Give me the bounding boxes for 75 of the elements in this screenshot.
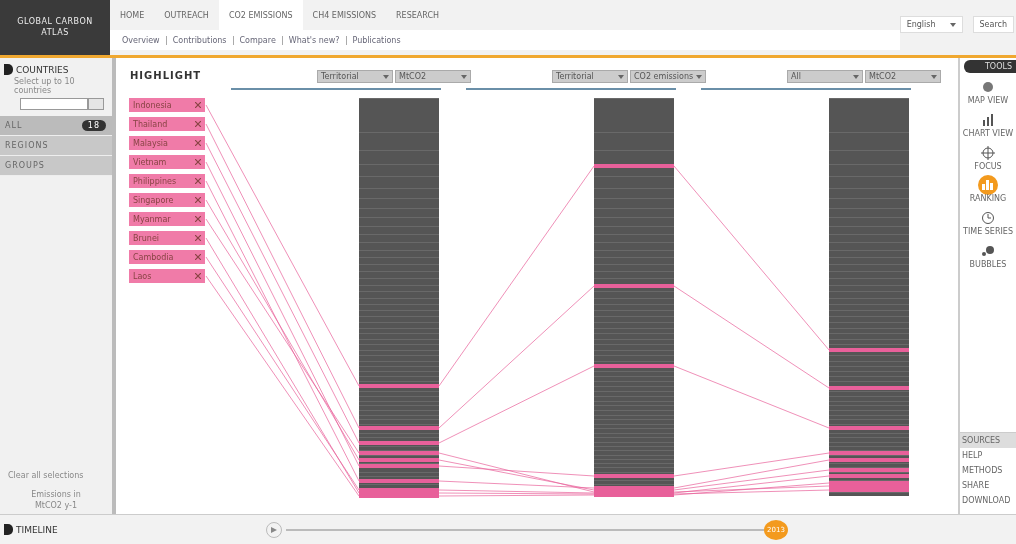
group-tab[interactable]: GROUPS <box>0 156 112 176</box>
tool-label: TIME SERIES <box>963 228 1013 237</box>
highlight-title: HIGHLIGHT <box>130 70 202 81</box>
nav-tab[interactable]: HOME <box>110 0 155 30</box>
group-tab[interactable]: ALL 18 <box>0 116 112 136</box>
highlight-chip[interactable]: Laos <box>129 269 205 283</box>
side-link[interactable]: SHARE <box>960 478 1016 493</box>
tool-label: FOCUS <box>974 162 1002 172</box>
group-tab[interactable]: REGIONS <box>0 136 112 156</box>
tool-label: RANKING <box>969 195 1007 205</box>
side-link[interactable]: DOWNLOAD <box>960 493 1016 508</box>
close-icon[interactable] <box>195 216 201 222</box>
column-select[interactable]: Territorial <box>317 70 393 83</box>
column-select[interactable]: All <box>787 70 863 83</box>
caret-icon <box>949 22 956 27</box>
highlight-chip[interactable]: Cambodia <box>129 250 205 264</box>
close-icon[interactable] <box>195 121 201 127</box>
side-link[interactable]: SOURCES <box>960 433 1016 448</box>
close-icon[interactable] <box>195 102 201 108</box>
caret-icon <box>618 74 624 79</box>
ranking-icon[interactable] <box>978 175 998 196</box>
highlight-chip[interactable]: Indonesia <box>129 98 205 112</box>
close-icon[interactable] <box>195 197 201 203</box>
play-icon <box>271 526 277 533</box>
highlight-chip[interactable]: Brunei <box>129 231 205 245</box>
search-button[interactable] <box>88 98 104 110</box>
column-select[interactable]: CO2 emissions <box>630 70 706 83</box>
units-value: MtCO2 y-1 <box>34 501 78 510</box>
tool-label: BUBBLES <box>969 261 1007 270</box>
subnav-link[interactable]: Overview <box>116 35 166 45</box>
panel-title: COUNTRIES <box>16 64 69 75</box>
highlight-chip[interactable]: Philippines <box>129 174 205 188</box>
timeline-title: TIMELINE <box>16 524 58 535</box>
subnav-link[interactable]: Compare <box>232 35 282 45</box>
subnav-link[interactable]: What's new? <box>281 35 346 45</box>
close-icon[interactable] <box>195 140 201 146</box>
close-icon[interactable] <box>195 254 201 260</box>
side-link[interactable]: HELP <box>960 448 1016 463</box>
clear-link[interactable]: Clear all selections <box>0 471 84 488</box>
caret-icon <box>931 74 937 79</box>
side-link[interactable]: METHODS <box>960 463 1016 478</box>
tool-label: MAP VIEW <box>967 97 1009 106</box>
highlight-chip[interactable]: Vietnam <box>129 155 205 169</box>
logo[interactable]: GLOBAL CARBON ATLAS <box>0 0 110 55</box>
hint-text: Select up to 10 countries <box>13 77 76 95</box>
nav-tab[interactable]: RESEARCH <box>386 0 449 30</box>
units-label: Emissions in <box>31 490 81 499</box>
column-select[interactable]: Territorial <box>552 70 628 83</box>
d-icon <box>4 524 13 535</box>
tools-tab[interactable]: TOOLS <box>964 60 1016 73</box>
caret-icon <box>461 74 467 79</box>
close-icon[interactable] <box>195 178 201 184</box>
language-select[interactable]: English <box>899 16 963 33</box>
tool-label: CHART VIEW <box>962 129 1014 139</box>
search-field[interactable]: Search <box>972 16 1014 33</box>
nav-tab[interactable]: CO2 EMISSIONS <box>218 0 303 30</box>
country-input[interactable] <box>20 98 88 110</box>
highlight-chip[interactable]: Malaysia <box>129 136 205 150</box>
nav-tab[interactable]: CH4 EMISSIONS <box>302 0 387 30</box>
highlight-chip[interactable]: Singapore <box>129 193 205 207</box>
close-icon[interactable] <box>195 273 201 279</box>
close-icon[interactable] <box>195 235 201 241</box>
column-select[interactable]: MtCO2 <box>395 70 471 83</box>
highlight-chip[interactable]: Myanmar <box>129 212 205 226</box>
nav-tab[interactable]: OUTREACH <box>154 0 219 30</box>
close-icon[interactable] <box>195 159 201 165</box>
subnav-link[interactable]: Contributions <box>165 35 233 45</box>
highlight-chip[interactable]: Thailand <box>129 117 205 131</box>
column-select[interactable]: MtCO2 <box>865 70 941 83</box>
d-icon <box>4 64 13 75</box>
caret-icon <box>853 74 859 79</box>
subnav-link[interactable]: Publications <box>345 35 407 45</box>
count-badge: 18 <box>81 120 106 131</box>
caret-icon <box>383 74 389 79</box>
caret-icon <box>696 74 702 79</box>
